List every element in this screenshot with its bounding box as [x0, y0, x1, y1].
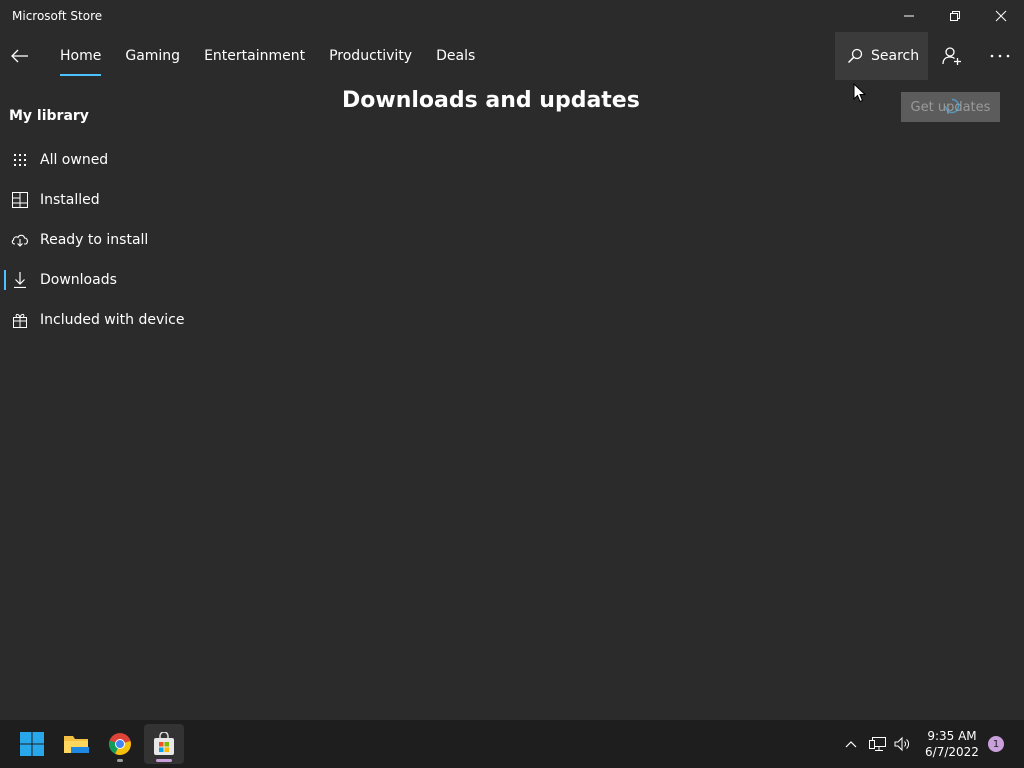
add-account-icon — [942, 47, 961, 65]
window-title: Microsoft Store — [12, 9, 103, 23]
network-button[interactable] — [866, 732, 890, 756]
sidebar-item-included-with-device[interactable]: Included with device — [0, 300, 240, 340]
show-hidden-icons-button[interactable] — [839, 732, 863, 756]
sidebar-item-label: All owned — [40, 152, 109, 168]
store-icon — [154, 732, 174, 755]
file-explorer-button[interactable] — [56, 724, 96, 764]
taskbar: 9:35 AM 6/7/2022 — [0, 720, 1024, 768]
grid-icon — [0, 140, 40, 180]
volume-button[interactable] — [891, 732, 915, 756]
folder-icon — [64, 736, 89, 753]
tab-deals[interactable]: Deals — [424, 32, 487, 80]
back-button[interactable] — [0, 32, 40, 80]
volume-icon — [894, 736, 909, 752]
search-label: Search — [871, 48, 920, 64]
clock[interactable]: 9:35 AM 6/7/2022 — [920, 728, 984, 760]
clock-date: 6/7/2022 — [925, 745, 979, 759]
sidebar-item-label: Downloads — [40, 272, 117, 288]
page-title: Downloads and updates — [342, 88, 640, 113]
search-button[interactable]: Search — [835, 32, 928, 80]
gift-icon — [0, 300, 40, 340]
active-indicator — [156, 759, 172, 762]
notification-badge[interactable]: 1 — [988, 736, 1004, 752]
installed-icon — [0, 180, 40, 220]
minimize-button[interactable] — [886, 0, 932, 32]
top-nav-bar: Home Gaming Entertainment Productivity D… — [0, 32, 1024, 80]
more-options-button[interactable] — [978, 32, 1022, 80]
mouse-cursor-icon — [853, 83, 867, 103]
sidebar-item-downloads[interactable]: Downloads — [0, 260, 240, 300]
network-icon — [869, 737, 886, 751]
loading-spinner-icon — [944, 98, 960, 114]
sidebar-item-installed[interactable]: Installed — [0, 180, 240, 220]
sidebar-item-all-owned[interactable]: All owned — [0, 140, 240, 180]
back-arrow-icon — [11, 49, 28, 63]
download-icon — [0, 260, 40, 300]
sidebar-item-label: Installed — [40, 192, 100, 208]
more-icon — [990, 54, 1010, 58]
running-indicator — [117, 759, 123, 762]
minimize-icon — [904, 15, 914, 17]
start-button[interactable] — [12, 724, 52, 764]
chrome-icon — [108, 733, 131, 755]
microsoft-store-button[interactable] — [144, 724, 184, 764]
windows-logo-icon — [20, 732, 44, 756]
close-icon — [995, 10, 1007, 22]
account-button[interactable] — [930, 32, 974, 80]
tab-productivity[interactable]: Productivity — [317, 32, 424, 80]
close-button[interactable] — [978, 0, 1024, 32]
sidebar-title: My library — [9, 108, 89, 124]
sidebar-item-ready-to-install[interactable]: Ready to install — [0, 220, 240, 260]
restore-icon — [950, 11, 960, 21]
cloud-download-icon — [0, 220, 40, 260]
sidebar-item-label: Ready to install — [40, 232, 149, 248]
sidebar-item-label: Included with device — [40, 312, 185, 328]
title-bar: Microsoft Store — [0, 0, 1024, 32]
tab-home[interactable]: Home — [48, 32, 113, 80]
nav-tabs: Home Gaming Entertainment Productivity D… — [48, 32, 487, 80]
tab-entertainment[interactable]: Entertainment — [192, 32, 317, 80]
chevron-up-icon — [845, 741, 857, 748]
search-icon — [847, 48, 863, 64]
clock-time: 9:35 AM — [927, 729, 977, 743]
restore-button[interactable] — [932, 0, 978, 32]
tab-gaming[interactable]: Gaming — [113, 32, 192, 80]
chrome-button[interactable] — [100, 724, 140, 764]
